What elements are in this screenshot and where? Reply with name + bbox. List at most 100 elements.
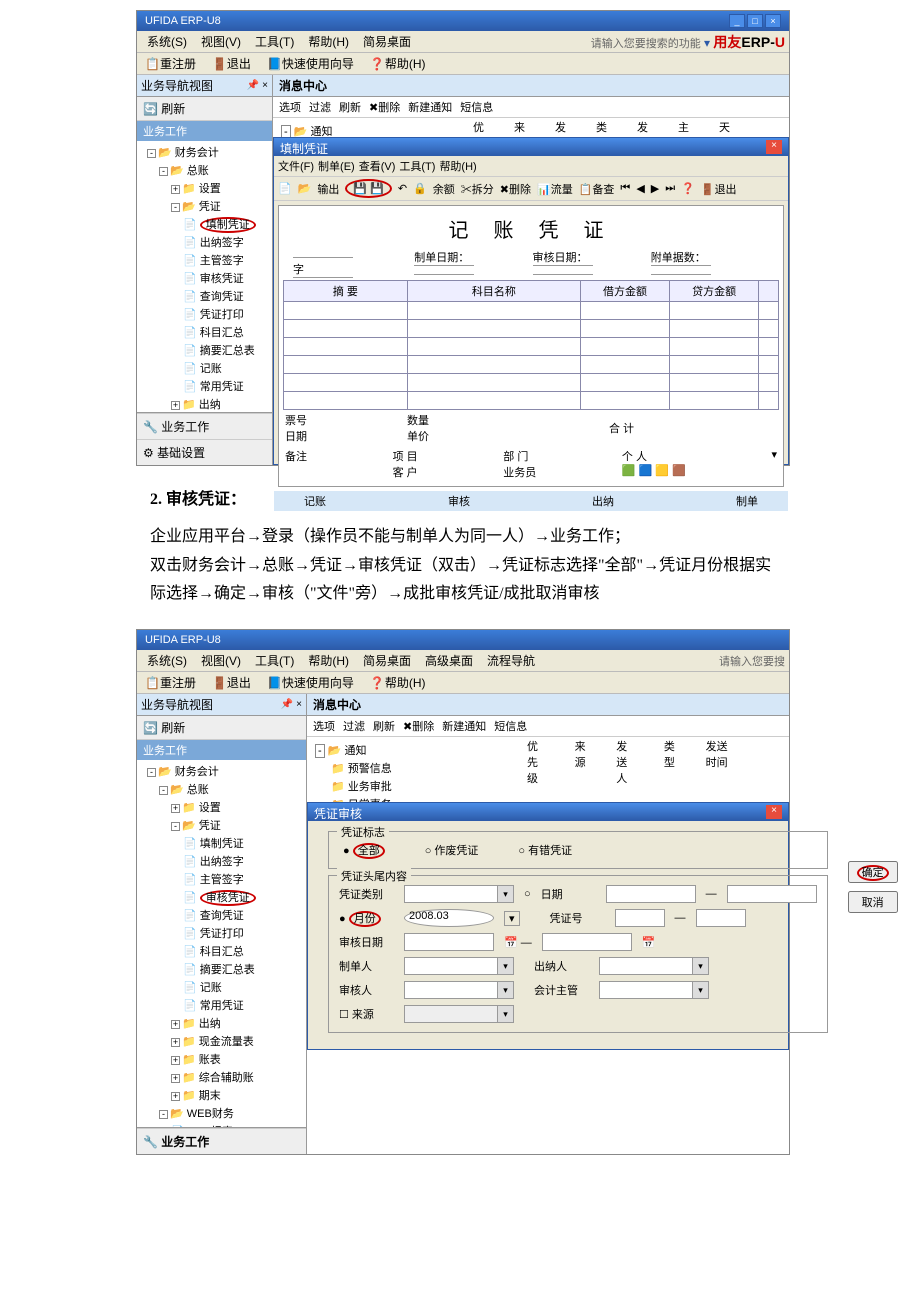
- pin-icon[interactable]: 📌 ×: [247, 80, 268, 91]
- voucher-close-icon[interactable]: ×: [766, 140, 782, 154]
- tree-fill-voucher-2[interactable]: 📄 填制凭证: [139, 834, 304, 852]
- radio-error[interactable]: ○ 有错凭证: [518, 842, 572, 858]
- tree-summary-table[interactable]: 📄 摘要汇总表: [139, 341, 270, 359]
- sidebar-bottom-work-2[interactable]: 🔧 业务工作: [137, 1128, 306, 1154]
- label-month[interactable]: ● 月份: [339, 910, 394, 926]
- vtb-delete[interactable]: ✖删除: [500, 181, 531, 197]
- tree-supervisor-sign-2[interactable]: 📄 主管签字: [139, 870, 304, 888]
- tree-web-2[interactable]: -📂 WEB财务: [139, 1104, 304, 1122]
- tb-options[interactable]: 选项: [279, 99, 301, 115]
- vtb-flow[interactable]: 📊流量: [537, 181, 573, 197]
- vtb-last-icon[interactable]: ⏭: [665, 182, 675, 195]
- tree-post-2[interactable]: 📄 记账: [139, 978, 304, 996]
- tree-post[interactable]: 📄 记账: [139, 359, 270, 377]
- table-row[interactable]: [284, 392, 779, 410]
- vtb-undo-icon[interactable]: ↶: [398, 182, 407, 195]
- refresh-button[interactable]: 🔄 刷新: [137, 97, 272, 121]
- date-to-input[interactable]: [727, 885, 817, 903]
- toolbar-guide[interactable]: 📘快速使用向导: [263, 53, 358, 74]
- tree-aux-2[interactable]: +📁 综合辅助账: [139, 1068, 304, 1086]
- tree-common-voucher[interactable]: 📄 常用凭证: [139, 377, 270, 395]
- vmenu-file[interactable]: 文件(F): [278, 158, 314, 174]
- vtb-save-icon[interactable]: 💾 💾: [345, 179, 391, 198]
- tb-delete[interactable]: ✖删除: [369, 99, 400, 115]
- tree-fill-voucher[interactable]: 📄 填制凭证: [139, 215, 270, 233]
- pin-icon-2[interactable]: 📌 ×: [281, 699, 302, 710]
- tree-common-voucher-2[interactable]: 📄 常用凭证: [139, 996, 304, 1014]
- sidebar-bottom-work[interactable]: 🔧 业务工作: [137, 413, 272, 439]
- maximize-icon[interactable]: □: [747, 14, 763, 28]
- menu-system-2[interactable]: 系统(S): [141, 650, 193, 671]
- vtb-lock-icon[interactable]: 🔒: [413, 182, 427, 195]
- tree-query-voucher-2[interactable]: 📄 查询凭证: [139, 906, 304, 924]
- sidebar-bottom-base[interactable]: ⚙ 基础设置: [137, 439, 272, 465]
- tree-cash-2[interactable]: +📁 出纳: [139, 1014, 304, 1032]
- table-row[interactable]: [284, 374, 779, 392]
- toolbar-reregister[interactable]: 📋重注册: [141, 53, 200, 74]
- vtb-next-icon[interactable]: ▶: [651, 182, 659, 195]
- vtb-prev-icon[interactable]: ◀: [636, 182, 644, 195]
- tree-cashier-sign-2[interactable]: 📄 出纳签字: [139, 852, 304, 870]
- vmenu-tools[interactable]: 工具(T): [399, 158, 435, 174]
- tb-newnotify-2[interactable]: 新建通知: [442, 718, 486, 734]
- adate-to-input[interactable]: [542, 933, 632, 951]
- tree-subject-summary[interactable]: 📄 科目汇总: [139, 323, 270, 341]
- vtb-balance[interactable]: 余额: [433, 181, 455, 197]
- audit-close-icon[interactable]: ×: [766, 805, 782, 819]
- cancel-button[interactable]: 取消: [848, 891, 898, 913]
- tree-cash[interactable]: +📁 出纳: [139, 395, 270, 412]
- vno-from-input[interactable]: [615, 909, 665, 927]
- menu-simple-desktop[interactable]: 简易桌面: [357, 31, 417, 52]
- tb-filter-2[interactable]: 过滤: [343, 718, 365, 734]
- menu-tools[interactable]: 工具(T): [249, 31, 300, 52]
- search-hint[interactable]: 请输入您要搜索的功能: [591, 38, 701, 50]
- tree-query-voucher[interactable]: 📄 查询凭证: [139, 287, 270, 305]
- tb-newnotify[interactable]: 新建通知: [408, 99, 452, 115]
- radio-all[interactable]: ● 全部: [343, 842, 385, 858]
- tree-finance[interactable]: -📂 财务会计: [139, 143, 270, 161]
- vmenu-view[interactable]: 查看(V): [359, 158, 396, 174]
- menu-help-2[interactable]: 帮助(H): [302, 650, 355, 671]
- tree-print-voucher[interactable]: 📄 凭证打印: [139, 305, 270, 323]
- search-hint-2[interactable]: 请输入您要搜: [719, 653, 785, 669]
- menu-view-2[interactable]: 视图(V): [195, 650, 247, 671]
- close-icon[interactable]: ×: [765, 14, 781, 28]
- tree-voucher[interactable]: -📂 凭证: [139, 197, 270, 215]
- tb-refresh-2[interactable]: 刷新: [373, 718, 395, 734]
- menu-simple-2[interactable]: 简易桌面: [357, 650, 417, 671]
- tb-sms-2[interactable]: 短信息: [494, 718, 527, 734]
- vtb-new-icon[interactable]: 📄: [278, 182, 292, 195]
- vmenu-make[interactable]: 制单(E): [318, 158, 355, 174]
- vtb-exit[interactable]: 🚪退出: [701, 181, 737, 197]
- tree-voucher-2[interactable]: -📂 凭证: [139, 816, 304, 834]
- radio-void[interactable]: ○ 作废凭证: [425, 842, 479, 858]
- table-row[interactable]: [284, 356, 779, 374]
- chief-dropdown[interactable]: ▾: [599, 981, 709, 999]
- tree-cashier-sign[interactable]: 📄 出纳签字: [139, 233, 270, 251]
- maker-dropdown[interactable]: ▾: [404, 957, 514, 975]
- ok-button[interactable]: 确定: [848, 861, 898, 883]
- toolbar-reregister-2[interactable]: 📋重注册: [141, 672, 200, 693]
- menu-view[interactable]: 视图(V): [195, 31, 247, 52]
- refresh-button-2[interactable]: 🔄 刷新: [137, 716, 306, 740]
- vtb-check[interactable]: 📋备查: [579, 181, 615, 197]
- tb-filter[interactable]: 过滤: [309, 99, 331, 115]
- table-row[interactable]: [284, 338, 779, 356]
- table-row[interactable]: [284, 302, 779, 320]
- tree-term-2[interactable]: +📁 期末: [139, 1086, 304, 1104]
- tree-audit-voucher-2[interactable]: 📄 审核凭证: [139, 888, 304, 906]
- tree-setup[interactable]: +📁 设置: [139, 179, 270, 197]
- type-dropdown[interactable]: ▾: [404, 885, 514, 903]
- menu-flownav[interactable]: 流程导航: [481, 650, 541, 671]
- table-row[interactable]: [284, 320, 779, 338]
- toolbar-help-2[interactable]: ❓帮助(H): [366, 672, 430, 693]
- month-input[interactable]: 2008.03: [404, 909, 494, 927]
- tb-options-2[interactable]: 选项: [313, 718, 335, 734]
- tree-subject-summary-2[interactable]: 📄 科目汇总: [139, 942, 304, 960]
- vmenu-help[interactable]: 帮助(H): [439, 158, 476, 174]
- menu-advanced[interactable]: 高级桌面: [419, 650, 479, 671]
- vtb-output[interactable]: 输出: [317, 181, 339, 197]
- tree-gl-2[interactable]: -📂 总账: [139, 780, 304, 798]
- vtb-open-icon[interactable]: 📂: [298, 182, 312, 195]
- tree-supervisor-sign[interactable]: 📄 主管签字: [139, 251, 270, 269]
